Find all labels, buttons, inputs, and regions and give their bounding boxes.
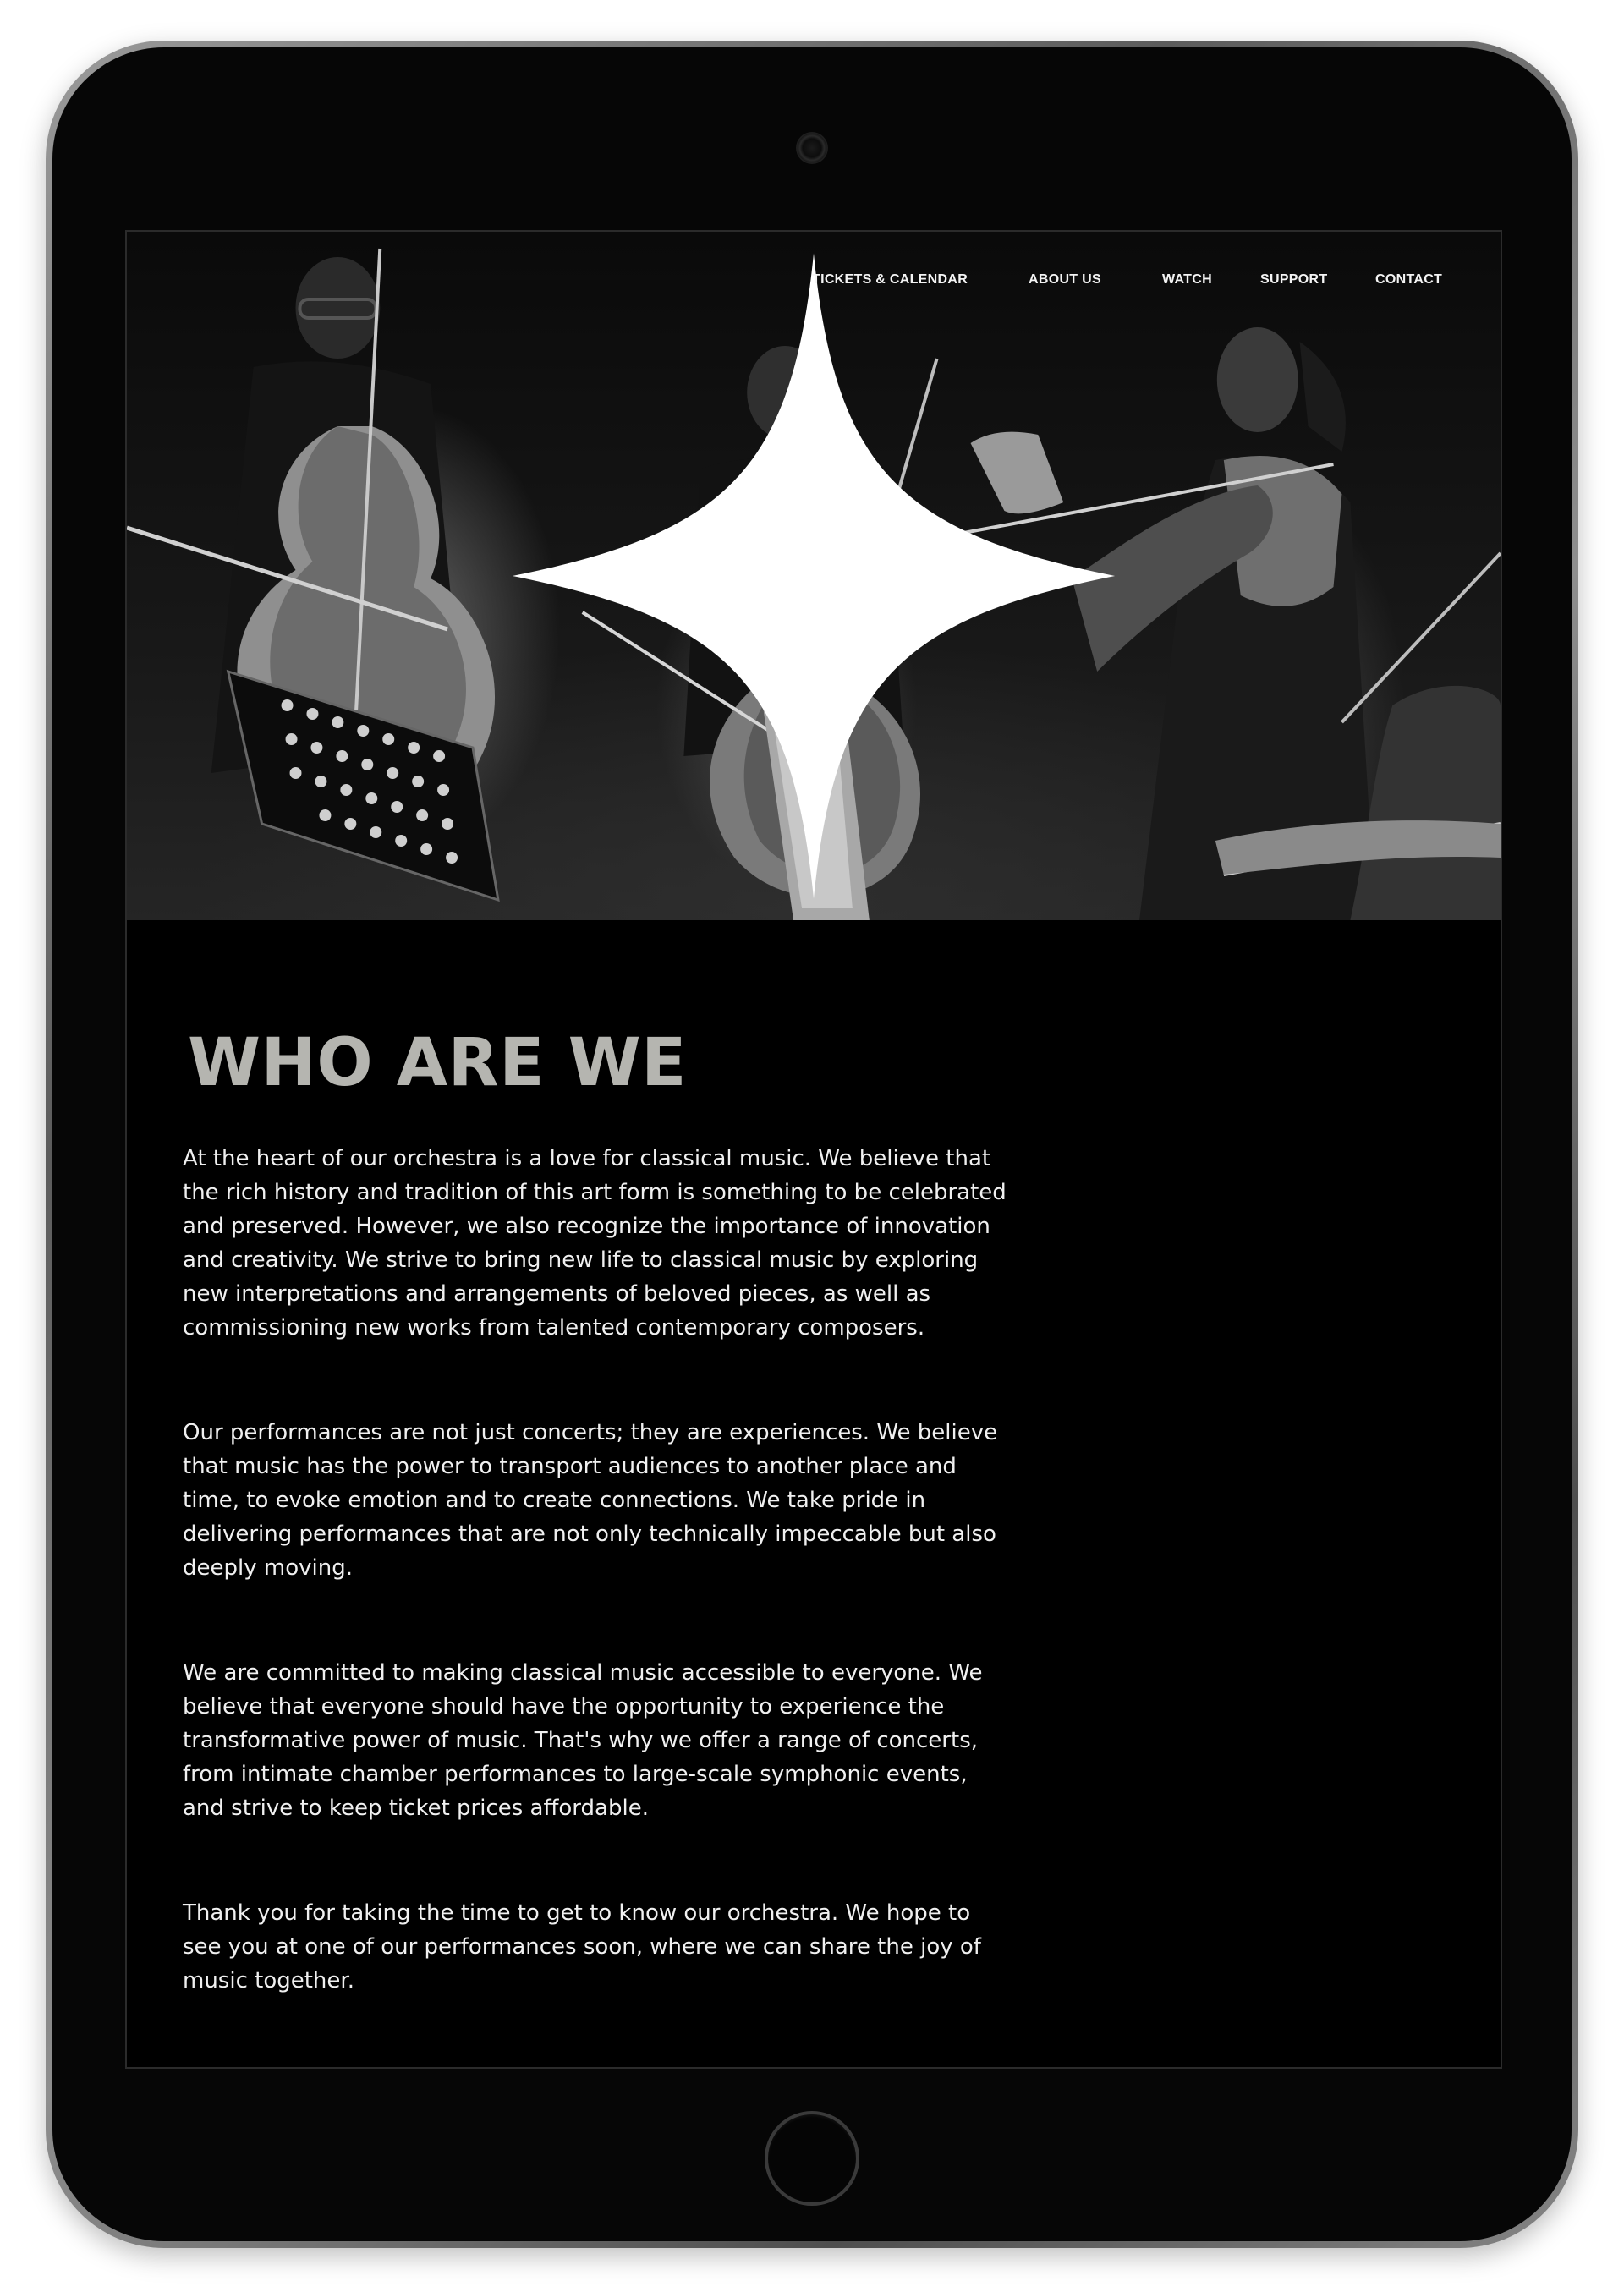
about-paragraph-1: At the heart of our orchestra is a love … [183, 1146, 1007, 1341]
hero-image: TICKETS & CALENDAR ABOUT US WATCH SUPPOR… [127, 232, 1501, 920]
four-point-star-icon[interactable] [127, 232, 1501, 920]
about-paragraph-3: We are committed to making classical mus… [183, 1660, 983, 1821]
home-button[interactable] [765, 2111, 859, 2206]
about-paragraph-4: Thank you for taking the time to get to … [183, 1900, 981, 1993]
nav-item-watch[interactable]: WATCH [1162, 272, 1212, 288]
about-section: WHO ARE WE At the heart of our orchestra… [127, 920, 1501, 2067]
nav-item-support[interactable]: SUPPORT [1260, 272, 1327, 288]
website-screen: TICKETS & CALENDAR ABOUT US WATCH SUPPOR… [125, 230, 1502, 2069]
front-camera [798, 134, 826, 162]
about-paragraph-2: Our performances are not just concerts; … [183, 1420, 998, 1581]
main-nav: TICKETS & CALENDAR ABOUT US WATCH SUPPOR… [127, 272, 1501, 293]
nav-item-tickets-calendar[interactable]: TICKETS & CALENDAR [812, 272, 968, 288]
page-title: WHO ARE WE [188, 1025, 687, 1101]
nav-item-contact[interactable]: CONTACT [1375, 272, 1442, 288]
nav-item-about-us[interactable]: ABOUT US [1029, 272, 1101, 288]
